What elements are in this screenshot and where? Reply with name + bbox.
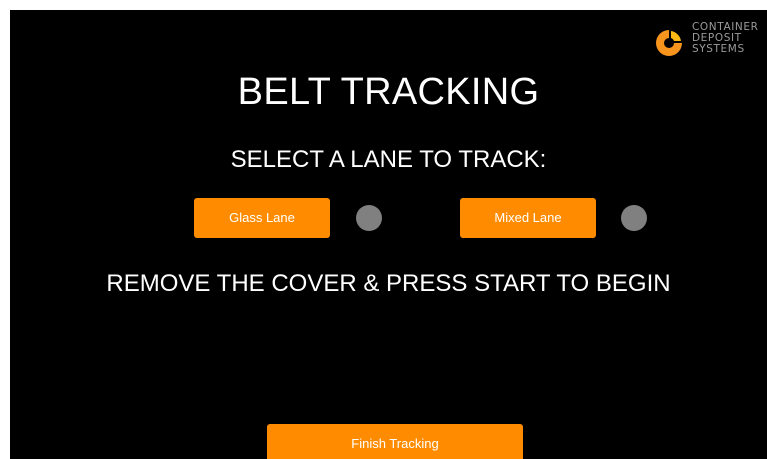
mixed-lane-button[interactable]: Mixed Lane (460, 198, 596, 238)
glass-lane-indicator (356, 205, 382, 231)
instruction-text: REMOVE THE COVER & PRESS START TO BEGIN (106, 270, 671, 297)
page-title: BELT TRACKING (237, 71, 540, 113)
logo-text: CONTAINER DEPOSIT SYSTEMS (692, 22, 759, 55)
belt-tracking-screen: CONTAINER DEPOSIT SYSTEMS BELT TRACKING … (10, 10, 767, 459)
glass-lane-button[interactable]: Glass Lane (194, 198, 330, 238)
lane-select-prompt: SELECT A LANE TO TRACK: (230, 146, 547, 173)
mixed-lane-indicator (621, 205, 647, 231)
company-logo: CONTAINER DEPOSIT SYSTEMS (654, 22, 767, 66)
logo-text-line3: SYSTEMS (692, 43, 745, 55)
cds-logo-icon (656, 30, 682, 56)
finish-tracking-button[interactable]: Finish Tracking (267, 424, 523, 459)
